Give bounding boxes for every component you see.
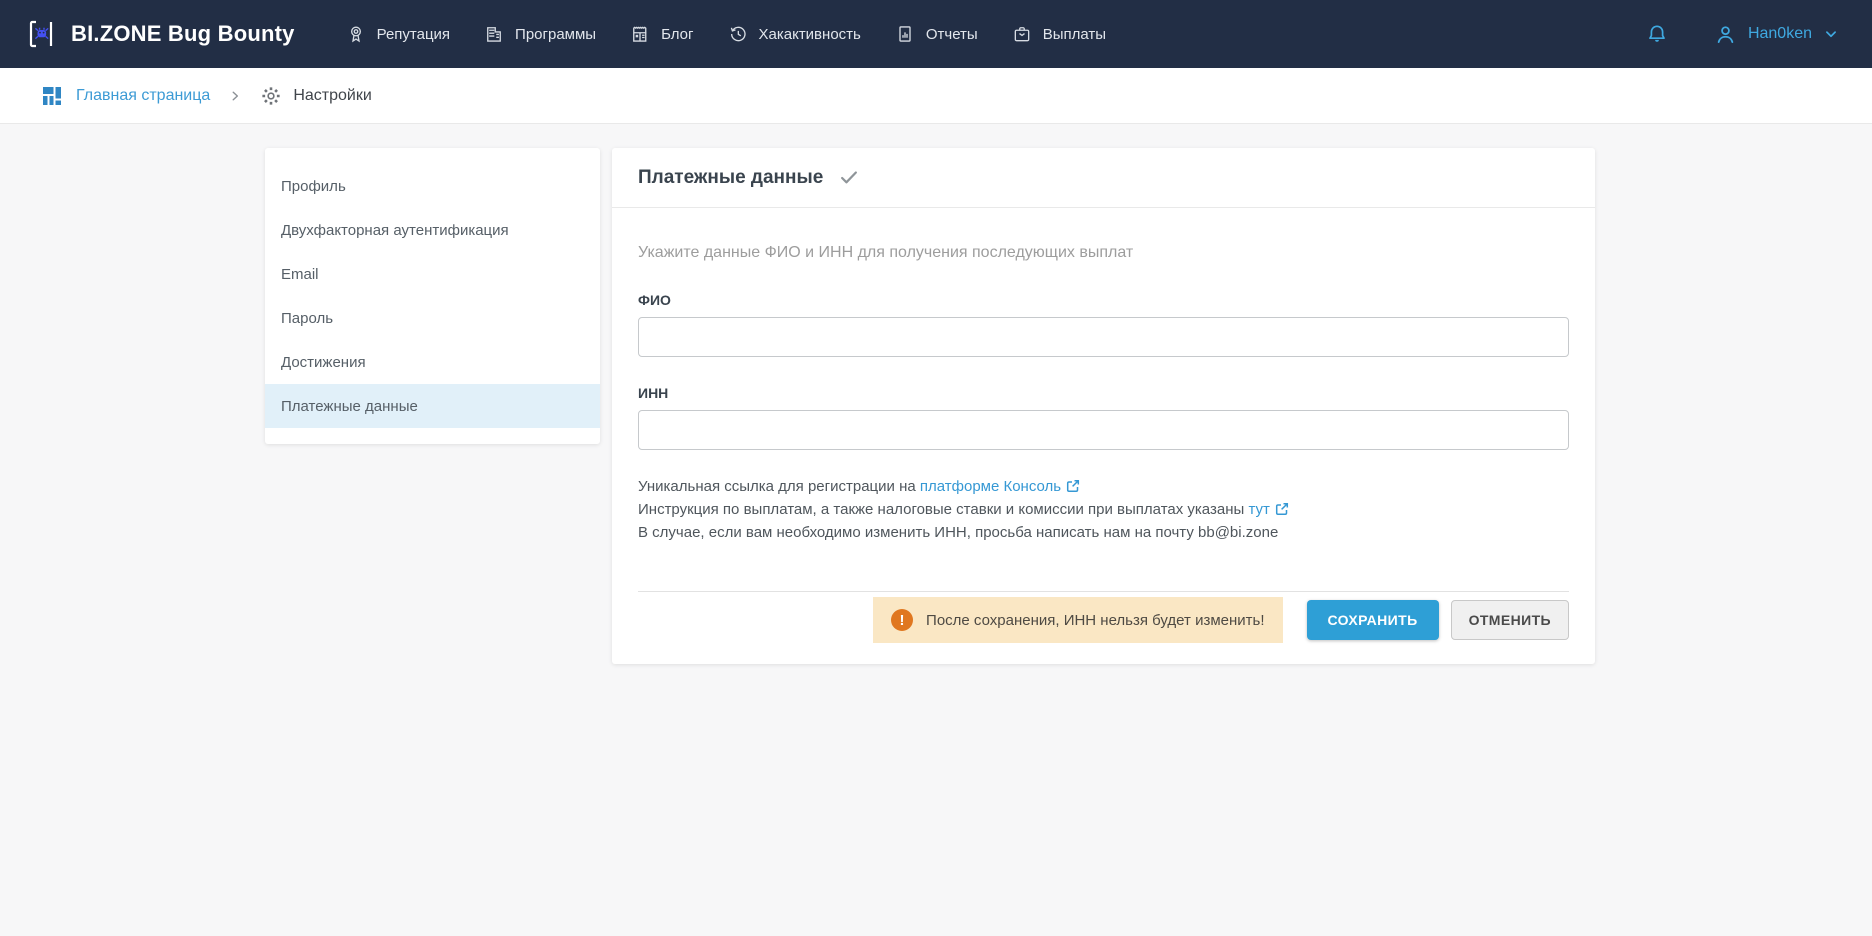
cancel-button[interactable]: ОТМЕНИТЬ	[1451, 600, 1569, 640]
console-platform-link[interactable]: платформе Консоль	[920, 478, 1061, 495]
breadcrumb: Главная страница Настройки	[0, 68, 1872, 124]
report-icon	[895, 24, 915, 44]
external-link-icon[interactable]	[1066, 478, 1080, 499]
warning-text: После сохранения, ИНН нельзя будет измен…	[926, 612, 1264, 629]
nav-item-label: Блог	[661, 26, 693, 43]
medal-icon	[346, 24, 366, 44]
info-text: Уникальная ссылка для регистрации на	[638, 478, 920, 495]
sidebar-item-password[interactable]: Пароль	[265, 296, 600, 340]
info-line-change-inn: В случае, если вам необходимо изменить И…	[638, 522, 1569, 543]
check-icon	[838, 167, 860, 189]
nav-item-payouts[interactable]: Выплаты	[995, 0, 1123, 68]
nav-item-reputation[interactable]: Репутация	[329, 0, 467, 68]
panel-description: Укажите данные ФИО и ИНН для получения п…	[638, 244, 1569, 262]
sidebar-item-label: Профиль	[281, 178, 346, 195]
breadcrumb-home-label: Главная страница	[76, 87, 210, 105]
info-block: Уникальная ссылка для регистрации на пла…	[638, 476, 1569, 543]
sidebar-item-label: Двухфакторная аутентификация	[281, 222, 509, 239]
app-logo[interactable]: BI.ZONE Bug Bounty	[24, 17, 295, 51]
bug-logo-icon	[24, 17, 58, 51]
nav-item-hackactivity[interactable]: Хакактивность	[711, 0, 878, 68]
sidebar-item-label: Достижения	[281, 354, 366, 371]
info-text: Инструкция по выплатам, а также налоговы…	[638, 501, 1248, 518]
warning-icon: !	[891, 609, 913, 631]
breadcrumb-current-label: Настройки	[293, 87, 371, 105]
settings-sidebar: Профиль Двухфакторная аутентификация Ema…	[265, 148, 600, 444]
content-area: Профиль Двухфакторная аутентификация Ema…	[0, 124, 1872, 936]
nav-item-label: Хакактивность	[759, 26, 861, 43]
gear-icon	[260, 85, 282, 107]
sidebar-item-2fa[interactable]: Двухфакторная аутентификация	[265, 208, 600, 252]
nav-item-label: Программы	[515, 26, 596, 43]
inn-warning-banner: ! После сохранения, ИНН нельзя будет изм…	[873, 597, 1282, 643]
nav-item-label: Выплаты	[1043, 26, 1106, 43]
notifications-bell-icon[interactable]	[1645, 22, 1669, 46]
chevron-down-icon	[1822, 25, 1840, 43]
top-nav: BI.ZONE Bug Bounty Репутация Программы	[0, 0, 1872, 68]
history-icon	[728, 24, 748, 44]
nav-item-label: Репутация	[377, 26, 450, 43]
panel-title: Платежные данные	[638, 167, 823, 189]
sidebar-item-payment-data[interactable]: Платежные данные	[265, 384, 600, 428]
info-line-console: Уникальная ссылка для регистрации на пла…	[638, 476, 1569, 499]
nav-item-reports[interactable]: Отчеты	[878, 0, 995, 68]
nav-item-label: Отчеты	[926, 26, 978, 43]
sidebar-item-email[interactable]: Email	[265, 252, 600, 296]
chevron-right-icon	[228, 89, 242, 103]
breadcrumb-current: Настройки	[260, 85, 371, 107]
newspaper-icon	[630, 24, 650, 44]
breadcrumb-home-link[interactable]: Главная страница	[40, 84, 210, 108]
fio-input[interactable]	[638, 317, 1569, 357]
sidebar-item-label: Пароль	[281, 310, 333, 327]
payment-data-panel: Платежные данные Укажите данные ФИО и ИН…	[612, 148, 1595, 664]
dashboard-icon	[40, 84, 64, 108]
panel-footer: ! После сохранения, ИНН нельзя будет изм…	[638, 592, 1569, 643]
logo-text: BI.ZONE Bug Bounty	[71, 21, 295, 47]
user-menu[interactable]: Han0ken	[1713, 22, 1840, 47]
save-button[interactable]: СОХРАНИТЬ	[1307, 600, 1439, 640]
nav-item-programs[interactable]: Программы	[467, 0, 613, 68]
sidebar-item-label: Платежные данные	[281, 398, 418, 415]
username: Han0ken	[1748, 25, 1812, 43]
panel-header: Платежные данные	[612, 148, 1595, 208]
sidebar-item-achievements[interactable]: Достижения	[265, 340, 600, 384]
sidebar-item-label: Email	[281, 266, 319, 283]
panel-body: Укажите данные ФИО и ИНН для получения п…	[612, 208, 1595, 664]
briefcase-icon	[1012, 24, 1032, 44]
nav-item-blog[interactable]: Блог	[613, 0, 710, 68]
user-icon	[1713, 22, 1738, 47]
building-icon	[484, 24, 504, 44]
info-line-instructions: Инструкция по выплатам, а также налоговы…	[638, 499, 1569, 522]
main-nav: Репутация Программы Блог	[329, 0, 1123, 68]
inn-input[interactable]	[638, 410, 1569, 450]
fio-label: ФИО	[638, 292, 1569, 308]
inn-label: ИНН	[638, 385, 1569, 401]
sidebar-item-profile[interactable]: Профиль	[265, 164, 600, 208]
nav-right: Han0ken	[1645, 22, 1848, 47]
payout-instructions-link[interactable]: тут	[1248, 501, 1269, 518]
external-link-icon[interactable]	[1275, 501, 1289, 522]
